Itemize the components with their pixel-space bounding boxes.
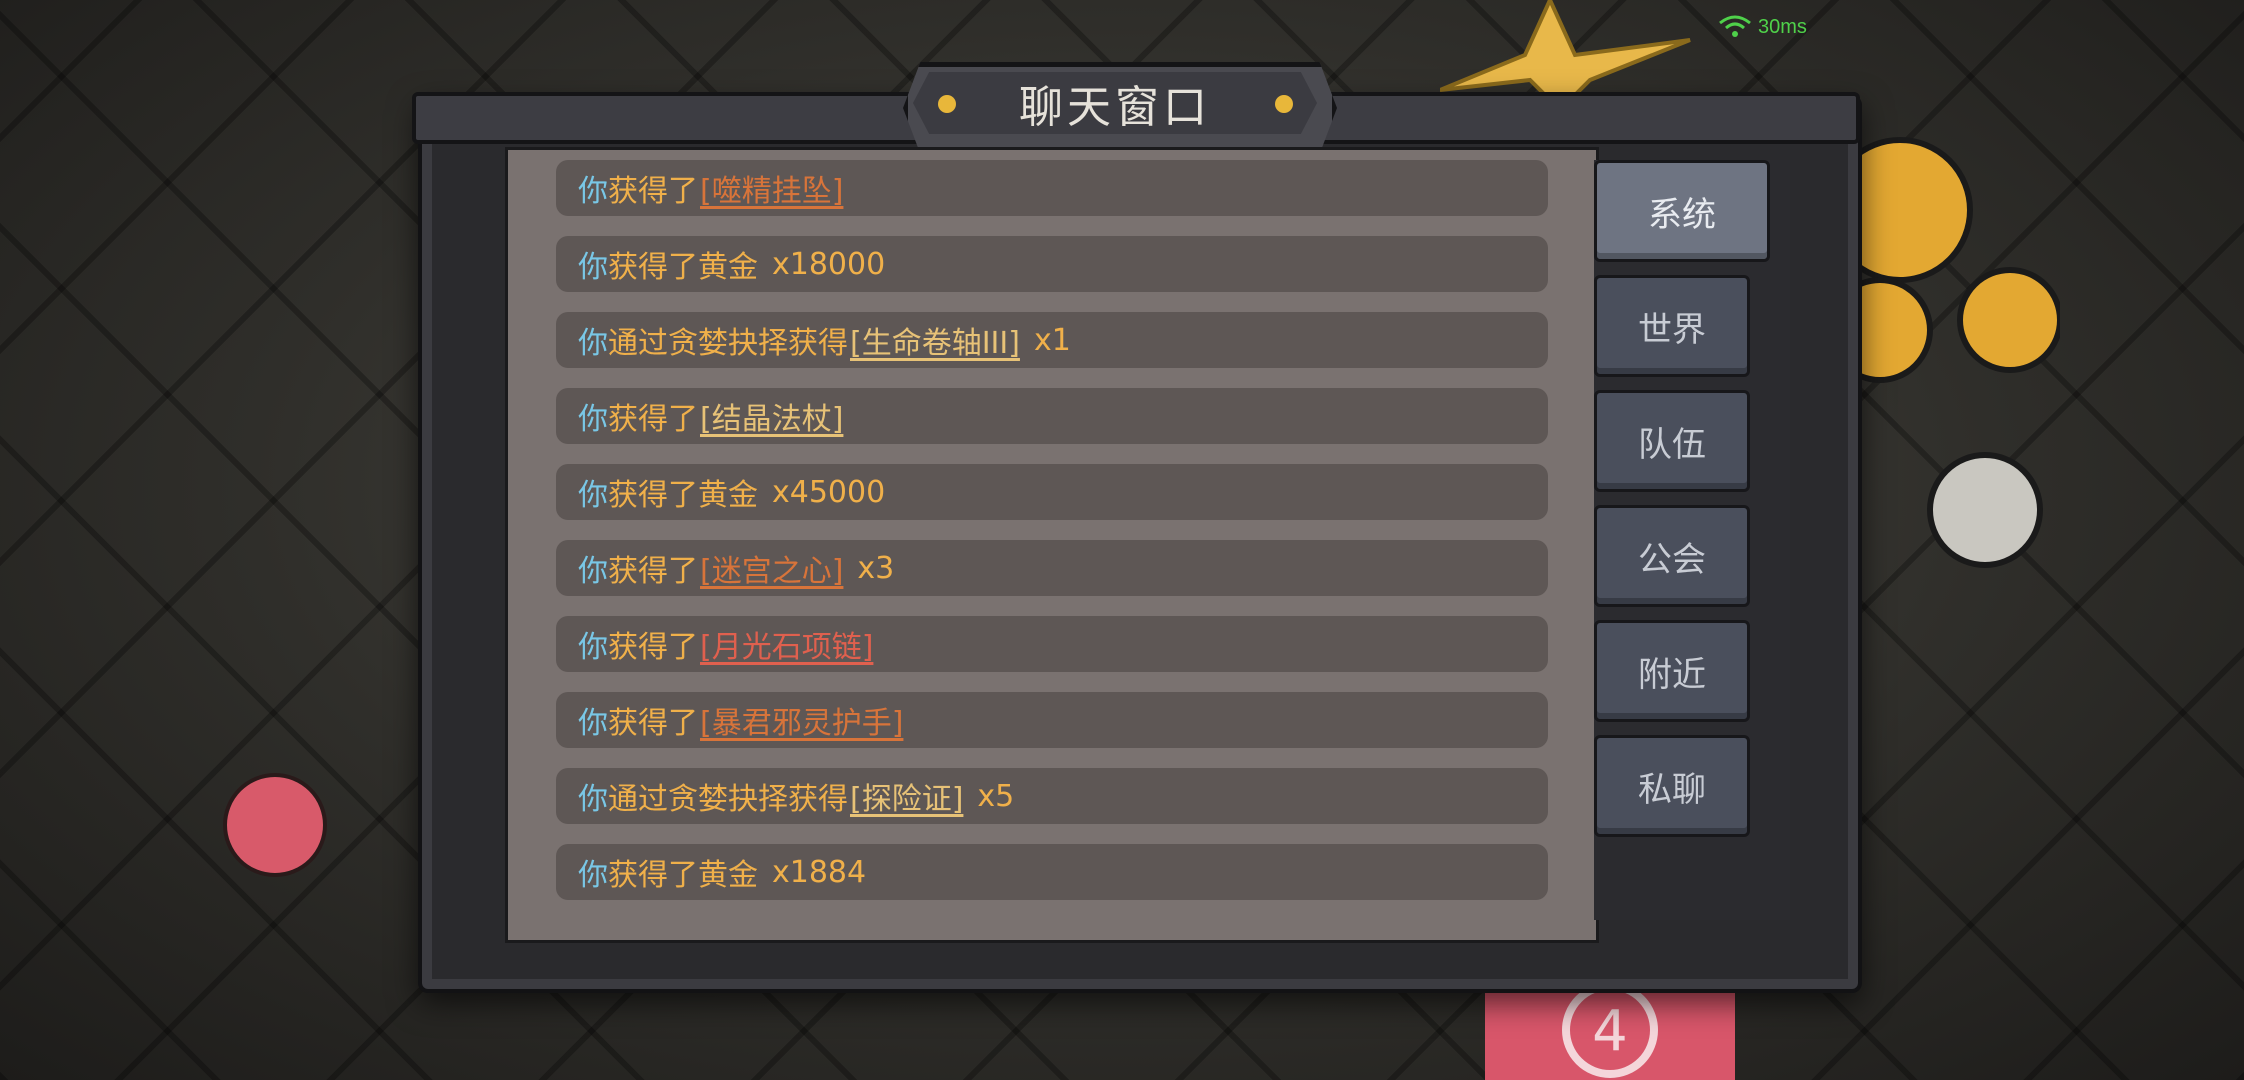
message-text: 获得了 xyxy=(608,554,698,589)
message-speaker: 你 xyxy=(578,706,608,741)
message-amount: x45000 xyxy=(772,474,886,510)
tab-channel[interactable]: 世界 xyxy=(1594,275,1750,377)
message-speaker: 你 xyxy=(578,630,608,665)
message-text: 获得了 xyxy=(608,402,698,437)
message-speaker: 你 xyxy=(578,326,608,361)
chat-message: 你获得了黄金 x1884 xyxy=(556,844,1548,900)
tab-channel[interactable]: 系统 xyxy=(1594,160,1770,262)
chat-message: 你获得了 [噬精挂坠] xyxy=(556,160,1548,216)
message-amount: x1 xyxy=(1033,322,1071,358)
tab-channel[interactable]: 队伍 xyxy=(1594,390,1750,492)
message-text: 获得了黄金 xyxy=(608,250,758,285)
round-counter-text: 4 xyxy=(1592,999,1628,1064)
item-link[interactable]: [噬精挂坠] xyxy=(700,166,843,210)
window-title: 聊天窗口 xyxy=(1019,82,1211,133)
wifi-icon xyxy=(1719,15,1751,37)
item-link[interactable]: [探险证] xyxy=(850,774,963,818)
title-left-dot-icon xyxy=(938,95,956,113)
message-text: 获得了 xyxy=(608,630,698,665)
message-amount: x1884 xyxy=(772,854,867,890)
chat-message: 你获得了 [暴君邪灵护手] xyxy=(556,692,1548,748)
message-text: 通过贪婪抉择获得 xyxy=(608,782,848,817)
chat-message: 你获得了 [迷宫之心] x3 xyxy=(556,540,1548,596)
message-text: 获得了黄金 xyxy=(608,478,758,513)
message-speaker: 你 xyxy=(578,402,608,437)
tab-channel[interactable]: 公会 xyxy=(1594,505,1750,607)
message-speaker: 你 xyxy=(578,250,608,285)
chat-message: 你获得了 [结晶法杖] xyxy=(556,388,1548,444)
ping-text: 30ms xyxy=(1758,15,1807,38)
message-speaker: 你 xyxy=(578,478,608,513)
channel-tabs: 系统世界队伍公会附近私聊 xyxy=(1594,160,1790,920)
message-speaker: 你 xyxy=(578,782,608,817)
message-speaker: 你 xyxy=(578,858,608,893)
message-text: 通过贪婪抉择获得 xyxy=(608,326,848,361)
chat-message: 你获得了黄金 x45000 xyxy=(556,464,1548,520)
network-status: 30ms xyxy=(1718,14,1807,40)
chat-message: 你通过贪婪抉择获得 [探险证] x5 xyxy=(556,768,1548,824)
item-link[interactable]: [生命卷轴III] xyxy=(850,318,1020,362)
tab-channel[interactable]: 私聊 xyxy=(1594,735,1750,837)
message-text: 获得了 xyxy=(608,706,698,741)
message-speaker: 你 xyxy=(578,174,608,209)
message-amount: x5 xyxy=(977,778,1015,814)
chat-message: 你获得了 [月光石项链] xyxy=(556,616,1548,672)
chat-message: 你通过贪婪抉择获得 [生命卷轴III] x1 xyxy=(556,312,1548,368)
item-link[interactable]: [结晶法杖] xyxy=(700,394,843,438)
title-plate-inner: 聊天窗口 xyxy=(913,72,1317,134)
message-text: 获得了黄金 xyxy=(608,858,758,893)
pink-balloon-decoration xyxy=(223,773,327,877)
message-text: 获得了 xyxy=(608,174,698,209)
tab-channel[interactable]: 附近 xyxy=(1594,620,1750,722)
title-right-dot-icon xyxy=(1275,95,1293,113)
item-link[interactable]: [月光石项链] xyxy=(700,622,873,666)
message-amount: x18000 xyxy=(772,246,886,282)
item-link[interactable]: [暴君邪灵护手] xyxy=(700,698,903,742)
skull-ball-decoration xyxy=(1927,452,2043,568)
message-speaker: 你 xyxy=(578,554,608,589)
item-link[interactable]: [迷宫之心] xyxy=(700,546,843,590)
chat-message: 你获得了黄金 x18000 xyxy=(556,236,1548,292)
message-list[interactable]: 你获得了 [噬精挂坠] 你获得了黄金 x18000 你通过贪婪抉择获得 [生命卷轴III]… xyxy=(505,147,1599,943)
message-amount: x3 xyxy=(857,550,895,586)
